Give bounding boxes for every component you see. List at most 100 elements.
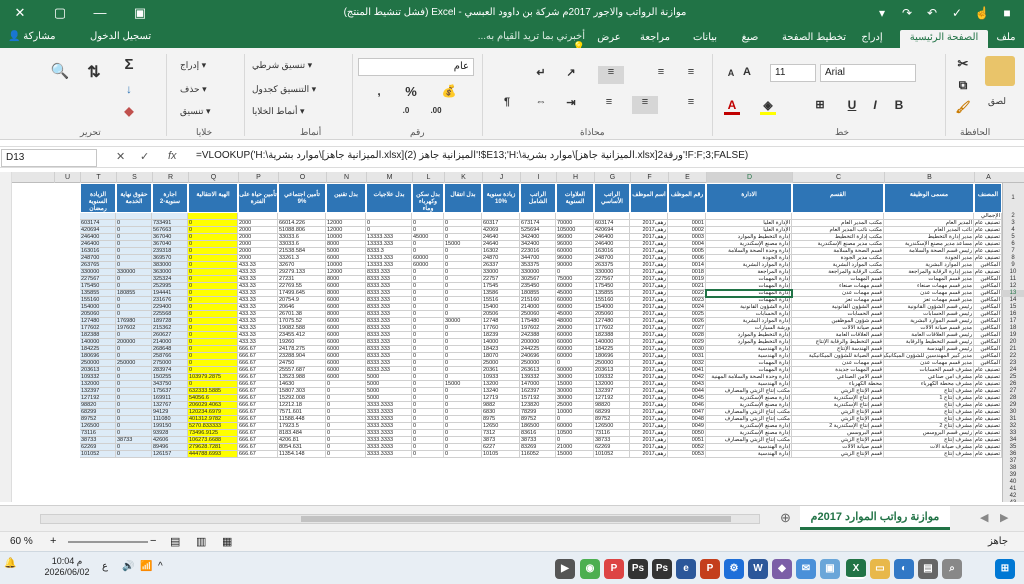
cell-R[interactable]: 89496	[152, 444, 188, 451]
cell-I[interactable]: 215160	[520, 297, 556, 304]
cell-L[interactable]: 0	[412, 353, 444, 360]
column-header-J[interactable]: J	[482, 172, 520, 183]
cell-T[interactable]: 126500	[80, 423, 116, 430]
column-header-F[interactable]: F	[630, 172, 668, 183]
input-language[interactable]: ع	[102, 561, 108, 572]
cell-M[interactable]: 0	[366, 227, 412, 234]
cell-G[interactable]: 140000	[594, 339, 630, 346]
cell-H[interactable]: 90000	[556, 262, 594, 269]
cell-E[interactable]	[668, 213, 706, 220]
cell-T[interactable]: 163016	[80, 248, 116, 255]
cell-H[interactable]: 10000	[556, 409, 594, 416]
column-header-S[interactable]: S	[116, 172, 152, 183]
row-header[interactable]: 27	[1002, 388, 1024, 395]
align-left-icon[interactable]: ≡	[598, 96, 620, 108]
cell-A[interactable]: تصنيف عام	[974, 451, 1002, 458]
rtl-direction-icon[interactable]: ¶	[496, 96, 518, 108]
cell-R[interactable]: 150255	[152, 374, 188, 381]
cell-T[interactable]: 154000	[80, 304, 116, 311]
comma-icon[interactable]: ,	[370, 84, 388, 98]
cell-G[interactable]: 250000	[594, 360, 630, 367]
cell-M[interactable]	[366, 213, 412, 220]
page-break-view-icon[interactable]: ▤	[170, 535, 180, 548]
cell-E[interactable]: 0045	[668, 395, 706, 402]
cell-G[interactable]: 89752	[594, 416, 630, 423]
cut-icon[interactable]: ✂	[955, 56, 971, 72]
cell-P[interactable]: 666.67	[238, 346, 278, 353]
row-header[interactable]: 19	[1002, 332, 1024, 339]
cell-D[interactable]: إدارة المهمات	[706, 297, 792, 304]
header-cell-S[interactable]: حقوق نهاية الخدمة	[116, 183, 152, 213]
column-header-Q[interactable]: Q	[188, 172, 238, 183]
font-name-combo[interactable]: Arial	[820, 64, 916, 82]
cell-F[interactable]: رهف2017	[630, 423, 668, 430]
cell-S[interactable]: 0	[116, 444, 152, 451]
cell-D[interactable]: إدارة الهندسية	[706, 346, 792, 353]
cell-S[interactable]: 0	[116, 255, 152, 262]
horizontal-scrollbar[interactable]	[40, 514, 760, 524]
cell-G[interactable]: 154000	[594, 304, 630, 311]
cell-I[interactable]: 673174	[520, 220, 556, 227]
cell-I[interactable]	[520, 213, 556, 220]
cell-L[interactable]: 0	[412, 276, 444, 283]
cell-H[interactable]: 60000	[556, 332, 594, 339]
cell-N[interactable]: 5000	[326, 248, 366, 255]
cell-T[interactable]: 127480	[80, 318, 116, 325]
cell-I[interactable]: 214000	[520, 304, 556, 311]
cell-N[interactable]: 0	[326, 395, 366, 402]
cell-P[interactable]: 666.67	[238, 395, 278, 402]
cell-S[interactable]: 0	[116, 276, 152, 283]
cell-F[interactable]: رهف2017	[630, 227, 668, 234]
cell-A[interactable]: المكافين	[974, 283, 1002, 290]
cell-B[interactable]: مدير قسم مهمات صنعاء	[884, 283, 974, 290]
cell-Q[interactable]: 0	[188, 367, 238, 374]
cell-D[interactable]: إدارة المهمات	[706, 290, 792, 297]
cell-H[interactable]: 30000	[556, 388, 594, 395]
cell-R[interactable]: 363000	[152, 269, 188, 276]
cell-T[interactable]: 155160	[80, 297, 116, 304]
cell-Q[interactable]: 0	[188, 353, 238, 360]
cell-T[interactable]: 250000	[80, 360, 116, 367]
cell-G[interactable]: 182388	[594, 332, 630, 339]
cell-P[interactable]: 433.33	[238, 325, 278, 332]
cell-I[interactable]: 250000	[520, 360, 556, 367]
cell-M[interactable]: 8333.333	[366, 276, 412, 283]
cell-C[interactable]: قسم مهمات عدن	[792, 360, 884, 367]
cell-G[interactable]	[594, 213, 630, 220]
cell-B[interactable]: رئيس قسم العلاقات العامة	[884, 332, 974, 339]
cell-B[interactable]: رئيس قسم الشؤون القانونية	[884, 304, 974, 311]
cell-T[interactable]	[80, 213, 116, 220]
cell-C[interactable]: قسم الصحة والسلامة	[792, 248, 884, 255]
insert-cells-button[interactable]: إدراج ▾	[180, 60, 206, 71]
cell-F[interactable]: رهف2017	[630, 430, 668, 437]
normal-view-icon[interactable]: ▦	[222, 535, 232, 548]
cell-T[interactable]: 205060	[80, 311, 116, 318]
cell-J[interactable]: 7312	[482, 430, 520, 437]
cell-P[interactable]: 433.33	[238, 269, 278, 276]
cell-F[interactable]: رهف2017	[630, 367, 668, 374]
cell-L[interactable]: 0	[412, 367, 444, 374]
cell-H[interactable]: 60000	[556, 304, 594, 311]
cell-E[interactable]: 0049	[668, 423, 706, 430]
cell-O[interactable]: 21538.584	[278, 248, 326, 255]
cell-R[interactable]: 229400	[152, 304, 188, 311]
touch-mode-icon[interactable]: ☝	[970, 2, 994, 24]
cell-P[interactable]: 666.67	[238, 353, 278, 360]
cell-P[interactable]: 666.67	[238, 388, 278, 395]
cell-Q[interactable]: 0	[188, 381, 238, 388]
header-cell-G[interactable]: الراتب الأساسي	[594, 183, 630, 213]
cell-T[interactable]: 73116	[80, 430, 116, 437]
row-header[interactable]: 7	[1002, 248, 1024, 255]
task-view-icon[interactable]: ▤	[918, 559, 938, 579]
cell-E[interactable]: 0022	[668, 290, 706, 297]
cell-S[interactable]: 0	[116, 241, 152, 248]
sigma-icon[interactable]: Σ	[120, 56, 138, 73]
cell-F[interactable]: رهف2017	[630, 248, 668, 255]
italic-icon[interactable]: I	[868, 98, 882, 112]
column-header-U[interactable]: U	[54, 172, 80, 183]
cell-T[interactable]: 227567	[80, 276, 116, 283]
cancel-icon[interactable]: ✕	[116, 150, 125, 163]
cell-A[interactable]: تصنيف عام	[974, 241, 1002, 248]
cell-T[interactable]: 109332	[80, 374, 116, 381]
cell-D[interactable]: إدارة مصنع الإسكندرية	[706, 241, 792, 248]
